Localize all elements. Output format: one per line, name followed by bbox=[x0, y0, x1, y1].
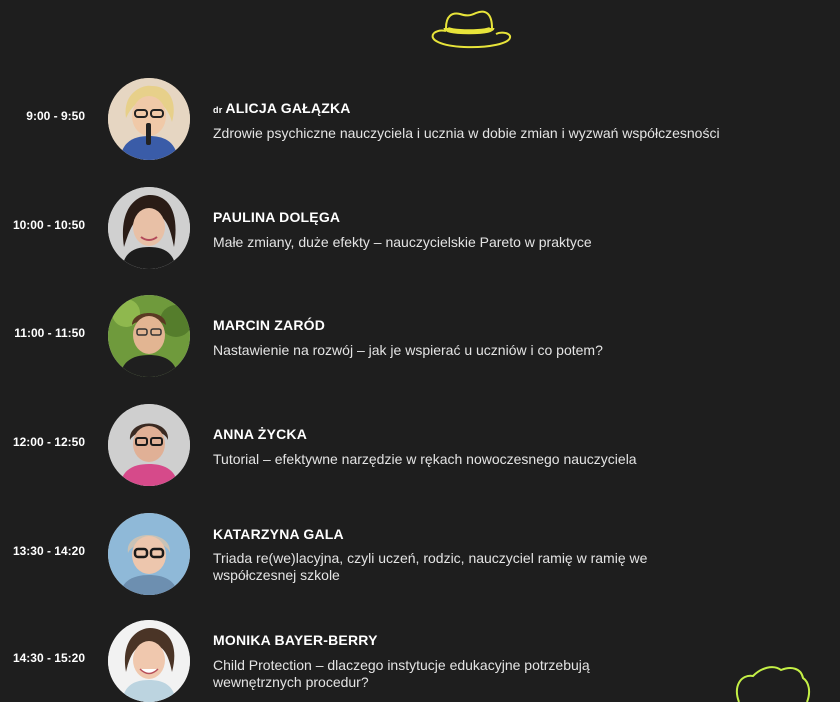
speaker-name: dr ALICJA GAŁĄZKA bbox=[213, 100, 351, 116]
session-topic: Zdrowie psychiczne nauczyciela i ucznia … bbox=[213, 125, 720, 141]
session-time: 10:00 - 10:50 bbox=[12, 218, 85, 232]
session-item: 12:00 - 12:50 ANNA ŻYCKA Tutorial – efek… bbox=[0, 404, 840, 486]
speaker-name: ANNA ŻYCKA bbox=[213, 426, 308, 442]
speaker-avatar bbox=[108, 513, 190, 595]
session-time: 13:30 - 14:20 bbox=[12, 544, 85, 558]
session-topic: Małe zmiany, duże efekty – nauczycielski… bbox=[213, 234, 592, 250]
speaker-name: KATARZYNA GALA bbox=[213, 526, 344, 542]
speaker-name: PAULINA DOLĘGA bbox=[213, 209, 341, 225]
decorative-shape-icon bbox=[735, 666, 811, 702]
session-item: 13:30 - 14:20 KATARZYNA GALA Triada re(w… bbox=[0, 513, 840, 595]
speaker-name: MARCIN ZARÓD bbox=[213, 317, 326, 333]
speaker-avatar bbox=[108, 187, 190, 269]
session-item: 10:00 - 10:50 PAULINA DOLĘGA Małe zmiany… bbox=[0, 187, 840, 269]
session-topic: Triada re(we)lacyjna, czyli uczeń, rodzi… bbox=[213, 550, 648, 583]
session-topic: Child Protection – dlaczego instytucje e… bbox=[213, 657, 590, 690]
speaker-avatar bbox=[108, 404, 190, 486]
speaker-name: MONIKA BAYER-BERRY bbox=[213, 632, 378, 648]
session-topic: Tutorial – efektywne narzędzie w rękach … bbox=[213, 451, 637, 467]
session-time: 11:00 - 11:50 bbox=[14, 326, 85, 340]
session-time: 9:00 - 9:50 bbox=[26, 109, 85, 123]
session-time: 12:00 - 12:50 bbox=[12, 435, 85, 449]
speaker-title-prefix: dr bbox=[213, 105, 223, 115]
speaker-avatar bbox=[108, 295, 190, 377]
speaker-avatar bbox=[108, 620, 190, 702]
session-item: 11:00 - 11:50 MARCIN ZARÓD Nastawienie n… bbox=[0, 295, 840, 377]
session-item: 14:30 - 15:20 MONIKA BAYER-BERRY Child P… bbox=[0, 620, 840, 702]
session-item: 9:00 - 9:50 dr ALICJA GAŁĄZKA Zdrowie psy… bbox=[0, 78, 840, 160]
hat-icon bbox=[431, 10, 511, 49]
speaker-name-text: ALICJA GAŁĄZKA bbox=[225, 100, 351, 116]
speaker-avatar bbox=[108, 78, 190, 160]
session-topic: Nastawienie na rozwój – jak je wspierać … bbox=[213, 342, 603, 358]
session-time: 14:30 - 15:20 bbox=[12, 651, 85, 665]
